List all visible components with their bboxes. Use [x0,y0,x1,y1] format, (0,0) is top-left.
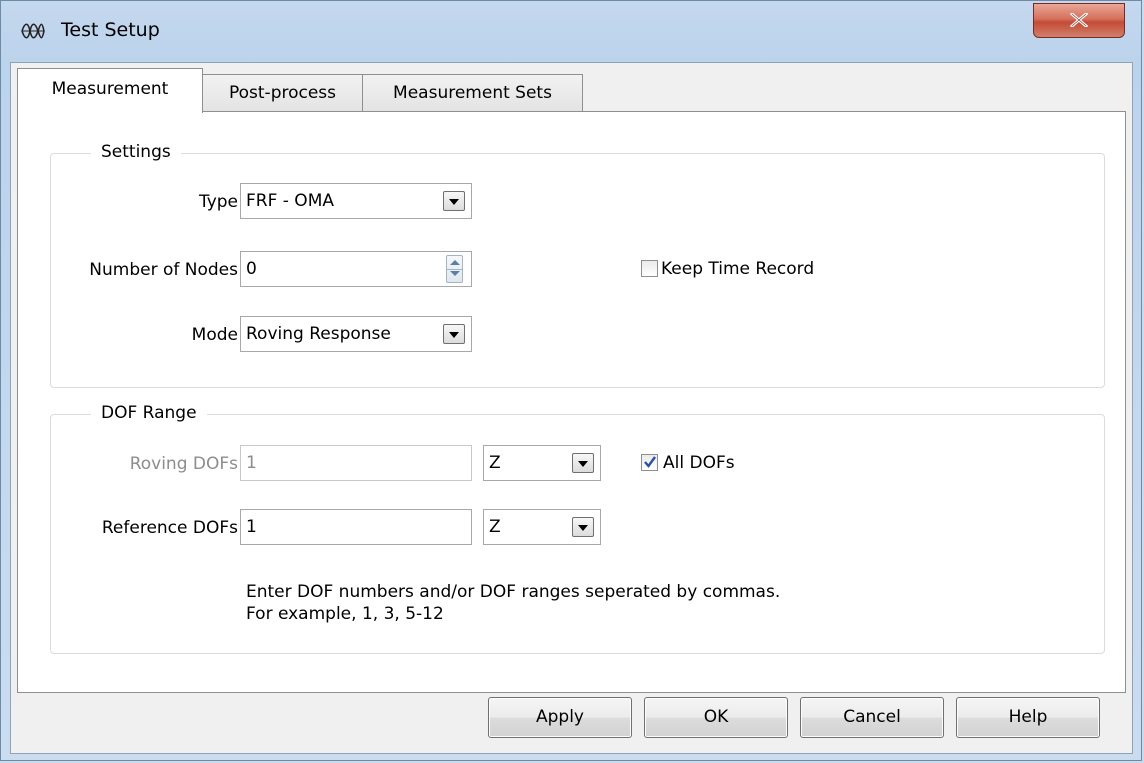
type-combobox[interactable]: FRF - OMA [240,183,472,219]
measurement-tab-page: Settings Type FRF - OMA Number of Nodes … [17,111,1126,693]
tab-label: Measurement Sets [393,83,552,103]
mode-label: Mode [191,325,238,345]
dialog-window: Test Setup Measurement Post-process Meas… [0,0,1142,761]
number-of-nodes-value: 0 [246,259,257,279]
close-icon [1070,13,1088,27]
waveform-icon [21,23,45,39]
spinner-arrows-icon[interactable] [446,255,463,283]
mode-value: Roving Response [246,324,391,344]
reference-dofs-input[interactable]: 1 [240,509,472,545]
roving-dofs-value: 1 [246,453,257,473]
dof-range-group-title: DOF Range [91,403,207,423]
tab-label: Measurement [51,79,169,99]
cancel-button[interactable]: Cancel [800,697,944,738]
help-button[interactable]: Help [956,697,1100,738]
roving-dofs-input[interactable]: 1 [240,445,472,481]
reference-axis-value: Z [489,517,501,537]
keep-time-record-checkbox[interactable] [641,260,658,277]
tab-label: Post-process [228,83,337,103]
chevron-down-icon[interactable] [443,191,465,211]
spin-up-icon[interactable] [450,260,460,265]
dialog-client: Measurement Post-process Measurement Set… [10,62,1133,754]
chevron-down-icon[interactable] [443,324,465,344]
settings-group-title: Settings [91,142,181,162]
dof-hint-line-2: For example, 1, 3, 5-12 [246,604,444,624]
keep-time-record-label[interactable]: Keep Time Record [661,259,814,279]
reference-dofs-value: 1 [246,517,257,537]
spin-down-icon[interactable] [450,271,460,276]
tab-strip: Measurement Post-process Measurement Set… [11,63,1132,113]
all-dofs-checkbox[interactable] [641,454,658,471]
reference-dofs-label: Reference DOFs [101,518,238,538]
chevron-down-icon[interactable] [572,453,594,473]
roving-axis-value: Z [489,453,501,473]
dof-hint-text: Enter DOF numbers and/or DOF ranges sepe… [246,581,780,625]
number-of-nodes-spinner[interactable]: 0 [240,251,472,287]
mode-combobox[interactable]: Roving Response [240,316,472,352]
roving-dofs-label: Roving DOFs [129,454,238,474]
apply-button[interactable]: Apply [488,697,632,738]
chevron-down-icon[interactable] [572,517,594,537]
dof-hint-line-1: Enter DOF numbers and/or DOF ranges sepe… [246,582,781,602]
tab-post-process[interactable]: Post-process [202,74,363,112]
type-label: Type [198,192,238,212]
roving-axis-combobox[interactable]: Z [483,445,601,481]
reference-axis-combobox[interactable]: Z [483,509,601,545]
all-dofs-label[interactable]: All DOFs [663,453,735,473]
number-of-nodes-label: Number of Nodes [89,260,238,280]
checkmark-icon [644,456,656,468]
ok-button[interactable]: OK [644,697,788,738]
type-value: FRF - OMA [246,191,334,211]
close-button[interactable] [1033,3,1125,38]
tab-measurement-sets[interactable]: Measurement Sets [362,74,583,112]
window-title: Test Setup [61,19,160,41]
tab-measurement[interactable]: Measurement [17,68,203,113]
title-bar[interactable]: Test Setup [1,1,1141,61]
